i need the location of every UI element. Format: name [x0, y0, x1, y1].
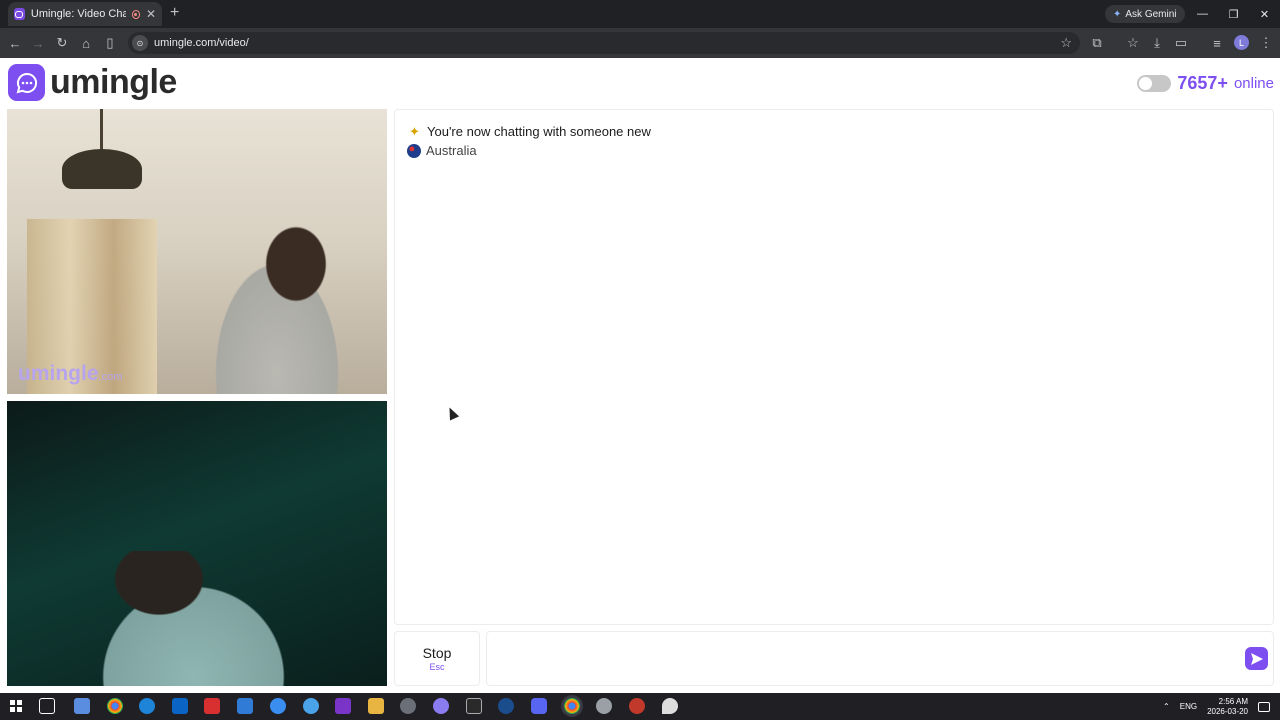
language-indicator[interactable]: ENG: [1180, 702, 1197, 711]
bookmarks-icon[interactable]: ☆: [1124, 34, 1142, 52]
system-message-text: You're now chatting with someone new: [427, 124, 651, 139]
stop-label: Stop: [422, 645, 452, 661]
site-logo[interactable]: umingle: [8, 63, 177, 102]
system-message: ✦ You're now chatting with someone new: [407, 123, 651, 140]
outlook-app-icon[interactable]: [172, 698, 188, 714]
store-app-icon[interactable]: [237, 698, 253, 714]
stranger-video: umingle.com: [7, 109, 387, 394]
recording-indicator-icon: [131, 9, 140, 19]
system-tray: ⌃ ENG 2:56 AM 2026-03-20: [1163, 693, 1270, 720]
chrome-active-app-icon[interactable]: [564, 698, 580, 714]
dts-app-icon[interactable]: [204, 698, 220, 714]
chrome-app-icon[interactable]: [107, 698, 123, 714]
country-name: Australia: [426, 143, 477, 158]
site-info-icon[interactable]: ⊙: [132, 35, 148, 51]
browser-app-icon[interactable]: [303, 698, 319, 714]
settings-gear-app-icon[interactable]: [400, 698, 416, 714]
url-text: umingle.com/video/: [154, 37, 249, 49]
messenger-app-icon[interactable]: [270, 698, 286, 714]
chat-bubble-logo-icon: [8, 64, 45, 101]
notification-icon[interactable]: [1258, 701, 1270, 712]
online-counter: 7657+ online: [1137, 73, 1274, 94]
sparkle-icon: ✦: [409, 123, 420, 139]
theme-toggle[interactable]: [1137, 75, 1172, 92]
clock[interactable]: 2:56 AM 2026-03-20: [1207, 697, 1248, 717]
tab-title: Umingle: Video Chat with Strangers: [30, 8, 126, 20]
australia-flag-icon: [407, 143, 421, 158]
stranger-figure: [182, 204, 372, 394]
gemini-sparkle-icon: ✦: [1113, 8, 1122, 20]
epic-games-app-icon[interactable]: [466, 698, 482, 714]
back-icon[interactable]: ←: [6, 34, 24, 52]
browser-tab[interactable]: Umingle: Video Chat with Strangers ✕: [8, 2, 162, 26]
bookmark-star-icon[interactable]: ☆: [1060, 35, 1072, 51]
lamp-shape: [62, 149, 142, 189]
online-count: 7657+: [1177, 73, 1228, 93]
send-icon: [1250, 652, 1263, 665]
split-view-icon[interactable]: ▯: [101, 34, 119, 52]
umingle-watermark: umingle.com: [18, 362, 123, 385]
self-video: [7, 401, 387, 686]
cast-icon[interactable]: ▭: [1172, 34, 1190, 52]
browser-titlebar: Umingle: Video Chat with Strangers ✕ + ✦…: [0, 0, 1280, 28]
pen-app-icon[interactable]: [662, 698, 678, 714]
extensions-icon[interactable]: ⧉: [1088, 34, 1106, 52]
ask-gemini-label: Ask Gemini: [1125, 8, 1177, 20]
stop-button[interactable]: Stop Esc: [394, 631, 480, 686]
files-app-icon[interactable]: [368, 698, 384, 714]
profile-avatar[interactable]: L: [1234, 35, 1249, 50]
steam-app-icon[interactable]: [498, 698, 514, 714]
edge-app-icon[interactable]: [139, 698, 155, 714]
chat-app-icon[interactable]: [531, 698, 547, 714]
restore-icon[interactable]: ❐: [1218, 0, 1249, 28]
tray-chevron-up-icon[interactable]: ⌃: [1163, 702, 1170, 711]
photos-app-icon[interactable]: [74, 698, 90, 714]
reload-icon[interactable]: ↻: [53, 34, 71, 52]
menu-kebab-icon[interactable]: ⋮: [1257, 34, 1275, 52]
stranger-country: Australia: [407, 143, 477, 158]
settings-app-icon[interactable]: [596, 698, 612, 714]
recorder-app-icon[interactable]: [629, 698, 645, 714]
online-label: online: [1233, 75, 1274, 92]
download-icon[interactable]: ⤓: [1148, 34, 1166, 52]
ask-gemini-button[interactable]: ✦ Ask Gemini: [1105, 5, 1185, 23]
minimize-icon[interactable]: —: [1187, 0, 1218, 28]
address-bar[interactable]: ⊙ umingle.com/video/ ☆: [128, 32, 1080, 54]
logo-text: umingle: [50, 63, 177, 101]
task-view-icon[interactable]: [39, 698, 55, 714]
umingle-favicon-icon: [14, 8, 25, 20]
os-taskbar: ⌃ ENG 2:56 AM 2026-03-20: [0, 693, 1280, 720]
discord-app-icon[interactable]: [433, 698, 449, 714]
clock-time: 2:56 AM: [1218, 696, 1248, 706]
media-app-icon[interactable]: [335, 698, 351, 714]
message-input[interactable]: [486, 631, 1274, 686]
stop-shortcut-hint: Esc: [429, 662, 445, 672]
media-controls-icon[interactable]: ≡: [1208, 34, 1226, 52]
self-figure: [67, 551, 297, 686]
chat-log: ✦ You're now chatting with someone new A…: [394, 109, 1274, 625]
close-window-icon[interactable]: ✕: [1249, 0, 1280, 28]
home-icon[interactable]: ⌂: [77, 34, 95, 52]
forward-icon[interactable]: →: [29, 34, 47, 52]
new-tab-icon[interactable]: +: [170, 5, 179, 21]
browser-toolbar: ← → ↻ ⌂ ▯ ⊙ umingle.com/video/ ☆ ⧉ ☆ ⤓ ▭…: [0, 28, 1280, 58]
clock-date: 2026-03-20: [1207, 706, 1248, 716]
windows-start-icon[interactable]: [10, 700, 22, 712]
window-controls: — ❐ ✕: [1187, 0, 1280, 28]
send-button[interactable]: [1245, 647, 1268, 670]
close-tab-icon[interactable]: ✕: [146, 7, 156, 21]
